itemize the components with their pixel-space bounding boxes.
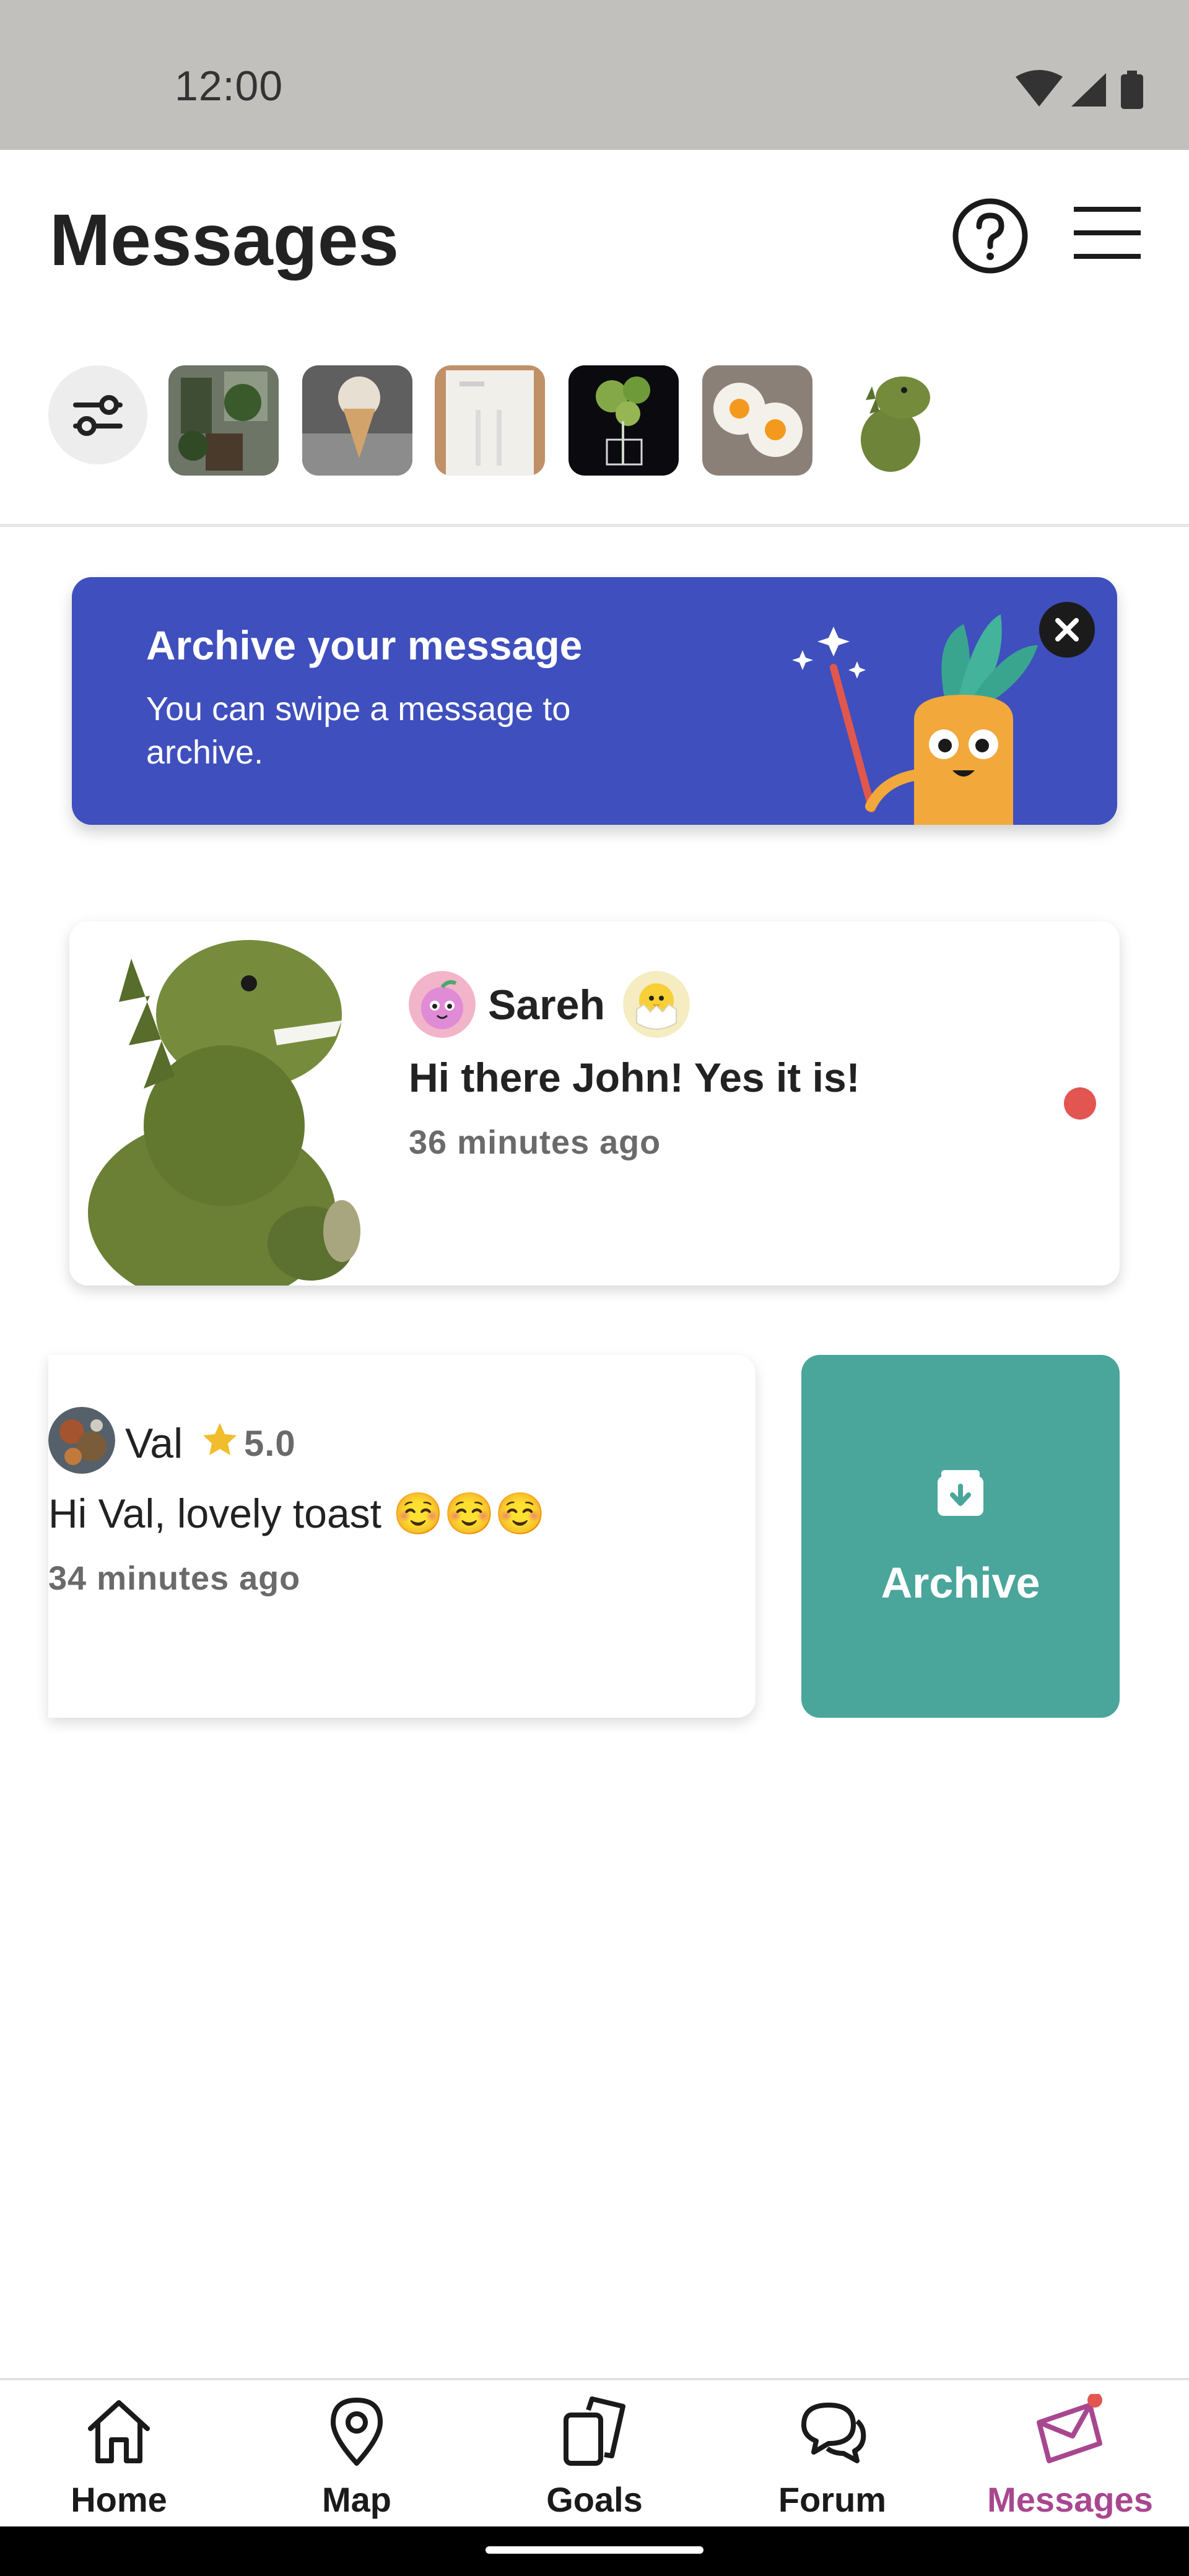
divider <box>0 524 1189 527</box>
archive-label: Archive <box>881 1559 1040 1607</box>
nav-item-messages[interactable]: Messages <box>951 2380 1189 2529</box>
nav-label: Forum <box>778 2480 887 2519</box>
chick-badge-icon <box>623 971 690 1038</box>
help-button[interactable] <box>951 197 1029 275</box>
thumbnail-plant-shop[interactable] <box>168 365 279 476</box>
forum-icon <box>801 2403 866 2463</box>
status-bar: 12:00 <box>0 0 1189 150</box>
message-preview: Hi there John! Yes it is! <box>409 1055 860 1100</box>
status-time: 12:00 <box>175 63 284 110</box>
signal-icon <box>1071 73 1106 107</box>
home-icon <box>88 2400 150 2463</box>
nav-label: Messages <box>987 2480 1153 2519</box>
page-title: Messages <box>50 199 399 281</box>
map-pin-icon <box>331 2398 383 2466</box>
close-banner-button[interactable] <box>1039 602 1095 658</box>
nav-label: Goals <box>546 2480 643 2519</box>
wifi-icon <box>1016 70 1063 107</box>
system-gesture-bar <box>0 2526 1189 2576</box>
sender-name: Sareh <box>488 981 605 1029</box>
thumbnail-fried-eggs[interactable] <box>702 365 812 476</box>
home-gesture-handle[interactable] <box>486 2546 703 2554</box>
archive-tip-banner: Archive your message You can swipe a mes… <box>72 577 1117 825</box>
thumbnail-cables-box[interactable] <box>435 365 545 476</box>
message-time: 36 minutes ago <box>409 1124 661 1161</box>
unread-indicator <box>1064 1087 1096 1120</box>
menu-button[interactable] <box>1071 202 1143 264</box>
close-icon <box>1055 618 1079 642</box>
photo-filter-strip <box>0 365 1189 477</box>
listing-image-dino-plush <box>69 921 360 1286</box>
bottom-navigation: Home Map Goals Forum Messages <box>0 2378 1189 2526</box>
status-icons <box>1016 70 1143 109</box>
banner-text: You can swipe a message to archive. <box>146 690 571 771</box>
goals-icon <box>564 2396 625 2466</box>
archive-swipe-button[interactable]: Archive <box>801 1355 1120 1718</box>
rating-value: 5.0 <box>244 1424 296 1464</box>
message-time: 34 minutes ago <box>48 1560 301 1597</box>
thumbnail-ice-cream[interactable] <box>302 365 412 476</box>
conversation-card[interactable]: Sareh Hi there John! Yes it is! 36 minut… <box>69 921 1120 1286</box>
archive-box-icon <box>938 1470 983 1516</box>
avatar <box>409 971 476 1038</box>
sliders-icon <box>73 395 123 436</box>
conversation-card-swiped[interactable]: Val 5.0 Hi Val, lovely toast ☺️☺️☺️ 34 m… <box>48 1355 756 1718</box>
star-icon <box>203 1423 237 1455</box>
nav-item-map[interactable]: Map <box>238 2380 476 2529</box>
nav-item-home[interactable]: Home <box>0 2380 238 2529</box>
battery-icon <box>1121 74 1143 109</box>
message-preview: Hi Val, lovely toast ☺️☺️☺️ <box>48 1490 546 1536</box>
thumbnail-herb-plant[interactable] <box>568 365 679 476</box>
sender-name: Val <box>125 1420 183 1467</box>
messages-icon <box>1037 2394 1102 2463</box>
nav-item-forum[interactable]: Forum <box>713 2380 951 2529</box>
thumbnail-dino-plush[interactable] <box>835 365 945 476</box>
avatar <box>48 1407 115 1474</box>
nav-label: Home <box>71 2480 167 2519</box>
nav-label: Map <box>322 2480 391 2519</box>
banner-title: Archive your message <box>146 622 583 668</box>
filter-button[interactable] <box>48 365 147 464</box>
nav-item-goals[interactable]: Goals <box>476 2380 713 2529</box>
